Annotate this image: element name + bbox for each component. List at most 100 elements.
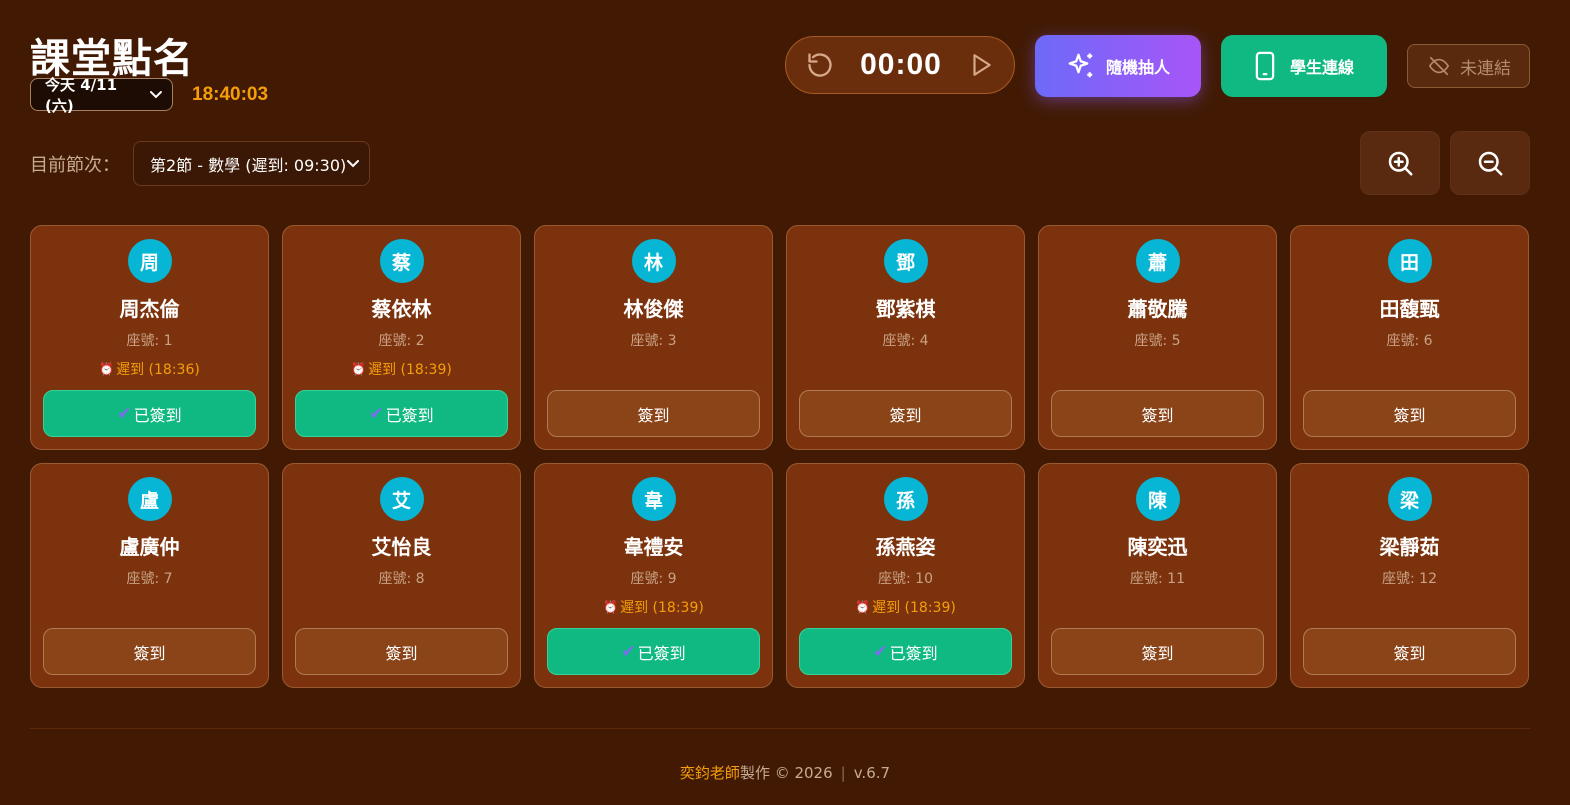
- student-card: 鄧 鄧紫棋 座號: 4 簽到: [786, 225, 1025, 450]
- seat-number: 座號: 12: [1382, 571, 1437, 587]
- checkin-button[interactable]: 簽到: [1051, 390, 1264, 437]
- student-card: 陳 陳奕迅 座號: 11 簽到: [1038, 463, 1277, 688]
- student-name: 蕭敬騰: [1127, 297, 1188, 321]
- random-pick-button[interactable]: 隨機抽人: [1035, 35, 1201, 97]
- student-name: 田馥甄: [1379, 297, 1440, 321]
- period-select-value: 第2節 - 數學 (遲到: 09:30): [150, 155, 347, 175]
- connection-status-badge: 未連結: [1407, 44, 1530, 88]
- student-name: 陳奕迅: [1127, 535, 1188, 559]
- footer: 奕鈞老師製作 © 2026 | v.6.7: [0, 762, 1570, 783]
- student-card: 周 周杰倫 座號: 1 ⏰ 遲到 (18:36) ✔ 已簽到: [30, 225, 269, 450]
- connection-status-label: 未連結: [1460, 58, 1511, 79]
- seat-number: 座號: 8: [378, 571, 425, 587]
- avatar: 鄧: [883, 239, 928, 283]
- checkin-button[interactable]: ✔ 已簽到: [295, 390, 508, 437]
- student-name: 艾怡良: [371, 535, 432, 559]
- student-card: 蕭 蕭敬騰 座號: 5 簽到: [1038, 225, 1277, 450]
- student-connect-label: 學生連線: [1289, 58, 1354, 77]
- late-status: ⏰ 遲到 (18:39): [351, 359, 452, 379]
- seat-number: 座號: 4: [882, 333, 929, 349]
- zoom-out-button[interactable]: [1450, 131, 1530, 195]
- alarm-clock-icon: ⏰: [855, 600, 871, 614]
- checkin-button[interactable]: 簽到: [295, 628, 508, 675]
- current-clock: 18:40:03: [192, 84, 269, 105]
- checkin-button[interactable]: 簽到: [1051, 628, 1264, 675]
- avatar: 蔡: [379, 239, 424, 283]
- student-connect-button[interactable]: 學生連線: [1221, 35, 1387, 97]
- student-card: 孫 孫燕姿 座號: 10 ⏰ 遲到 (18:39) ✔ 已簽到: [786, 463, 1025, 688]
- late-status: ⏰ 遲到 (18:39): [855, 597, 956, 617]
- zoom-out-icon: [1478, 151, 1503, 176]
- avatar: 周: [127, 239, 172, 283]
- student-card: 梁 梁靜茹 座號: 12 簽到: [1290, 463, 1529, 688]
- check-icon: ✔: [117, 403, 132, 424]
- alarm-clock-icon: ⏰: [351, 362, 367, 376]
- student-name: 孫燕姿: [875, 535, 936, 559]
- chevron-down-icon: [150, 90, 162, 98]
- seat-number: 座號: 2: [378, 333, 425, 349]
- avatar: 林: [631, 239, 676, 283]
- student-name: 林俊傑: [623, 297, 684, 321]
- avatar: 田: [1387, 239, 1432, 283]
- seat-number: 座號: 7: [126, 571, 173, 587]
- seat-number: 座號: 3: [630, 333, 677, 349]
- avatar: 盧: [127, 477, 172, 521]
- checkin-label: 已簽到: [637, 643, 686, 663]
- chevron-down-icon: [347, 159, 359, 167]
- checkin-button[interactable]: ✔ 已簽到: [547, 628, 760, 675]
- date-select[interactable]: 今天 4/11 (六): [30, 76, 173, 115]
- zoom-in-button[interactable]: [1360, 131, 1440, 195]
- checkin-button[interactable]: 簽到: [43, 628, 256, 675]
- reset-icon[interactable]: [806, 51, 834, 79]
- footer-version: v.6.7: [853, 764, 891, 782]
- student-name: 梁靜茹: [1379, 535, 1440, 559]
- late-time: 遲到 (18:39): [872, 600, 956, 616]
- avatar: 陳: [1135, 477, 1180, 521]
- checkin-button[interactable]: 簽到: [1303, 390, 1516, 437]
- avatar: 孫: [883, 477, 928, 521]
- student-name: 蔡依林: [371, 297, 432, 321]
- timer-panel: 00:00: [785, 36, 1015, 94]
- seat-number: 座號: 9: [630, 571, 677, 587]
- checkin-button[interactable]: ✔ 已簽到: [43, 390, 256, 437]
- late-time: 遲到 (18:39): [368, 362, 452, 378]
- checkin-button[interactable]: ✔ 已簽到: [799, 628, 1012, 675]
- late-time: 遲到 (18:39): [620, 600, 704, 616]
- late-status: ⏰ 遲到 (18:36): [99, 359, 200, 379]
- student-card: 盧 盧廣仲 座號: 7 簽到: [30, 463, 269, 688]
- student-card: 艾 艾怡良 座號: 8 簽到: [282, 463, 521, 688]
- eye-off-icon: [1428, 56, 1450, 76]
- seat-number: 座號: 10: [878, 571, 933, 587]
- avatar: 梁: [1387, 477, 1432, 521]
- seat-number: 座號: 6: [1386, 333, 1433, 349]
- period-select[interactable]: 第2節 - 數學 (遲到: 09:30): [133, 141, 370, 186]
- checkin-button[interactable]: 簽到: [1303, 628, 1516, 675]
- avatar: 蕭: [1135, 239, 1180, 283]
- late-status: ⏰ 遲到 (18:39): [603, 597, 704, 617]
- avatar: 艾: [379, 477, 424, 521]
- date-select-value: 今天 4/11 (六): [45, 75, 118, 115]
- alarm-clock-icon: ⏰: [603, 600, 619, 614]
- footer-copyright: 製作 © 2026: [739, 764, 833, 782]
- seat-number: 座號: 1: [126, 333, 173, 349]
- play-icon[interactable]: [968, 51, 994, 79]
- footer-separator: |: [840, 764, 846, 782]
- student-name: 盧廣仲: [119, 535, 180, 559]
- checkin-label: 已簽到: [889, 643, 938, 663]
- checkin-button[interactable]: 簽到: [547, 390, 760, 437]
- student-grid: 周 周杰倫 座號: 1 ⏰ 遲到 (18:36) ✔ 已簽到 蔡 蔡依林 座號: 2…: [30, 225, 1530, 688]
- student-name: 鄧紫棋: [875, 297, 936, 321]
- random-pick-label: 隨機抽人: [1105, 58, 1170, 77]
- timer-display: 00:00: [860, 48, 942, 81]
- late-time: 遲到 (18:36): [116, 362, 200, 378]
- alarm-clock-icon: ⏰: [99, 362, 115, 376]
- footer-author: 奕鈞老師: [679, 764, 740, 782]
- seat-number: 座號: 11: [1130, 571, 1185, 587]
- check-icon: ✔: [621, 641, 636, 662]
- student-card: 林 林俊傑 座號: 3 簽到: [534, 225, 773, 450]
- student-name: 周杰倫: [119, 297, 180, 321]
- student-card: 韋 韋禮安 座號: 9 ⏰ 遲到 (18:39) ✔ 已簽到: [534, 463, 773, 688]
- checkin-button[interactable]: 簽到: [799, 390, 1012, 437]
- checkin-label: 已簽到: [385, 405, 434, 425]
- student-name: 韋禮安: [623, 535, 684, 559]
